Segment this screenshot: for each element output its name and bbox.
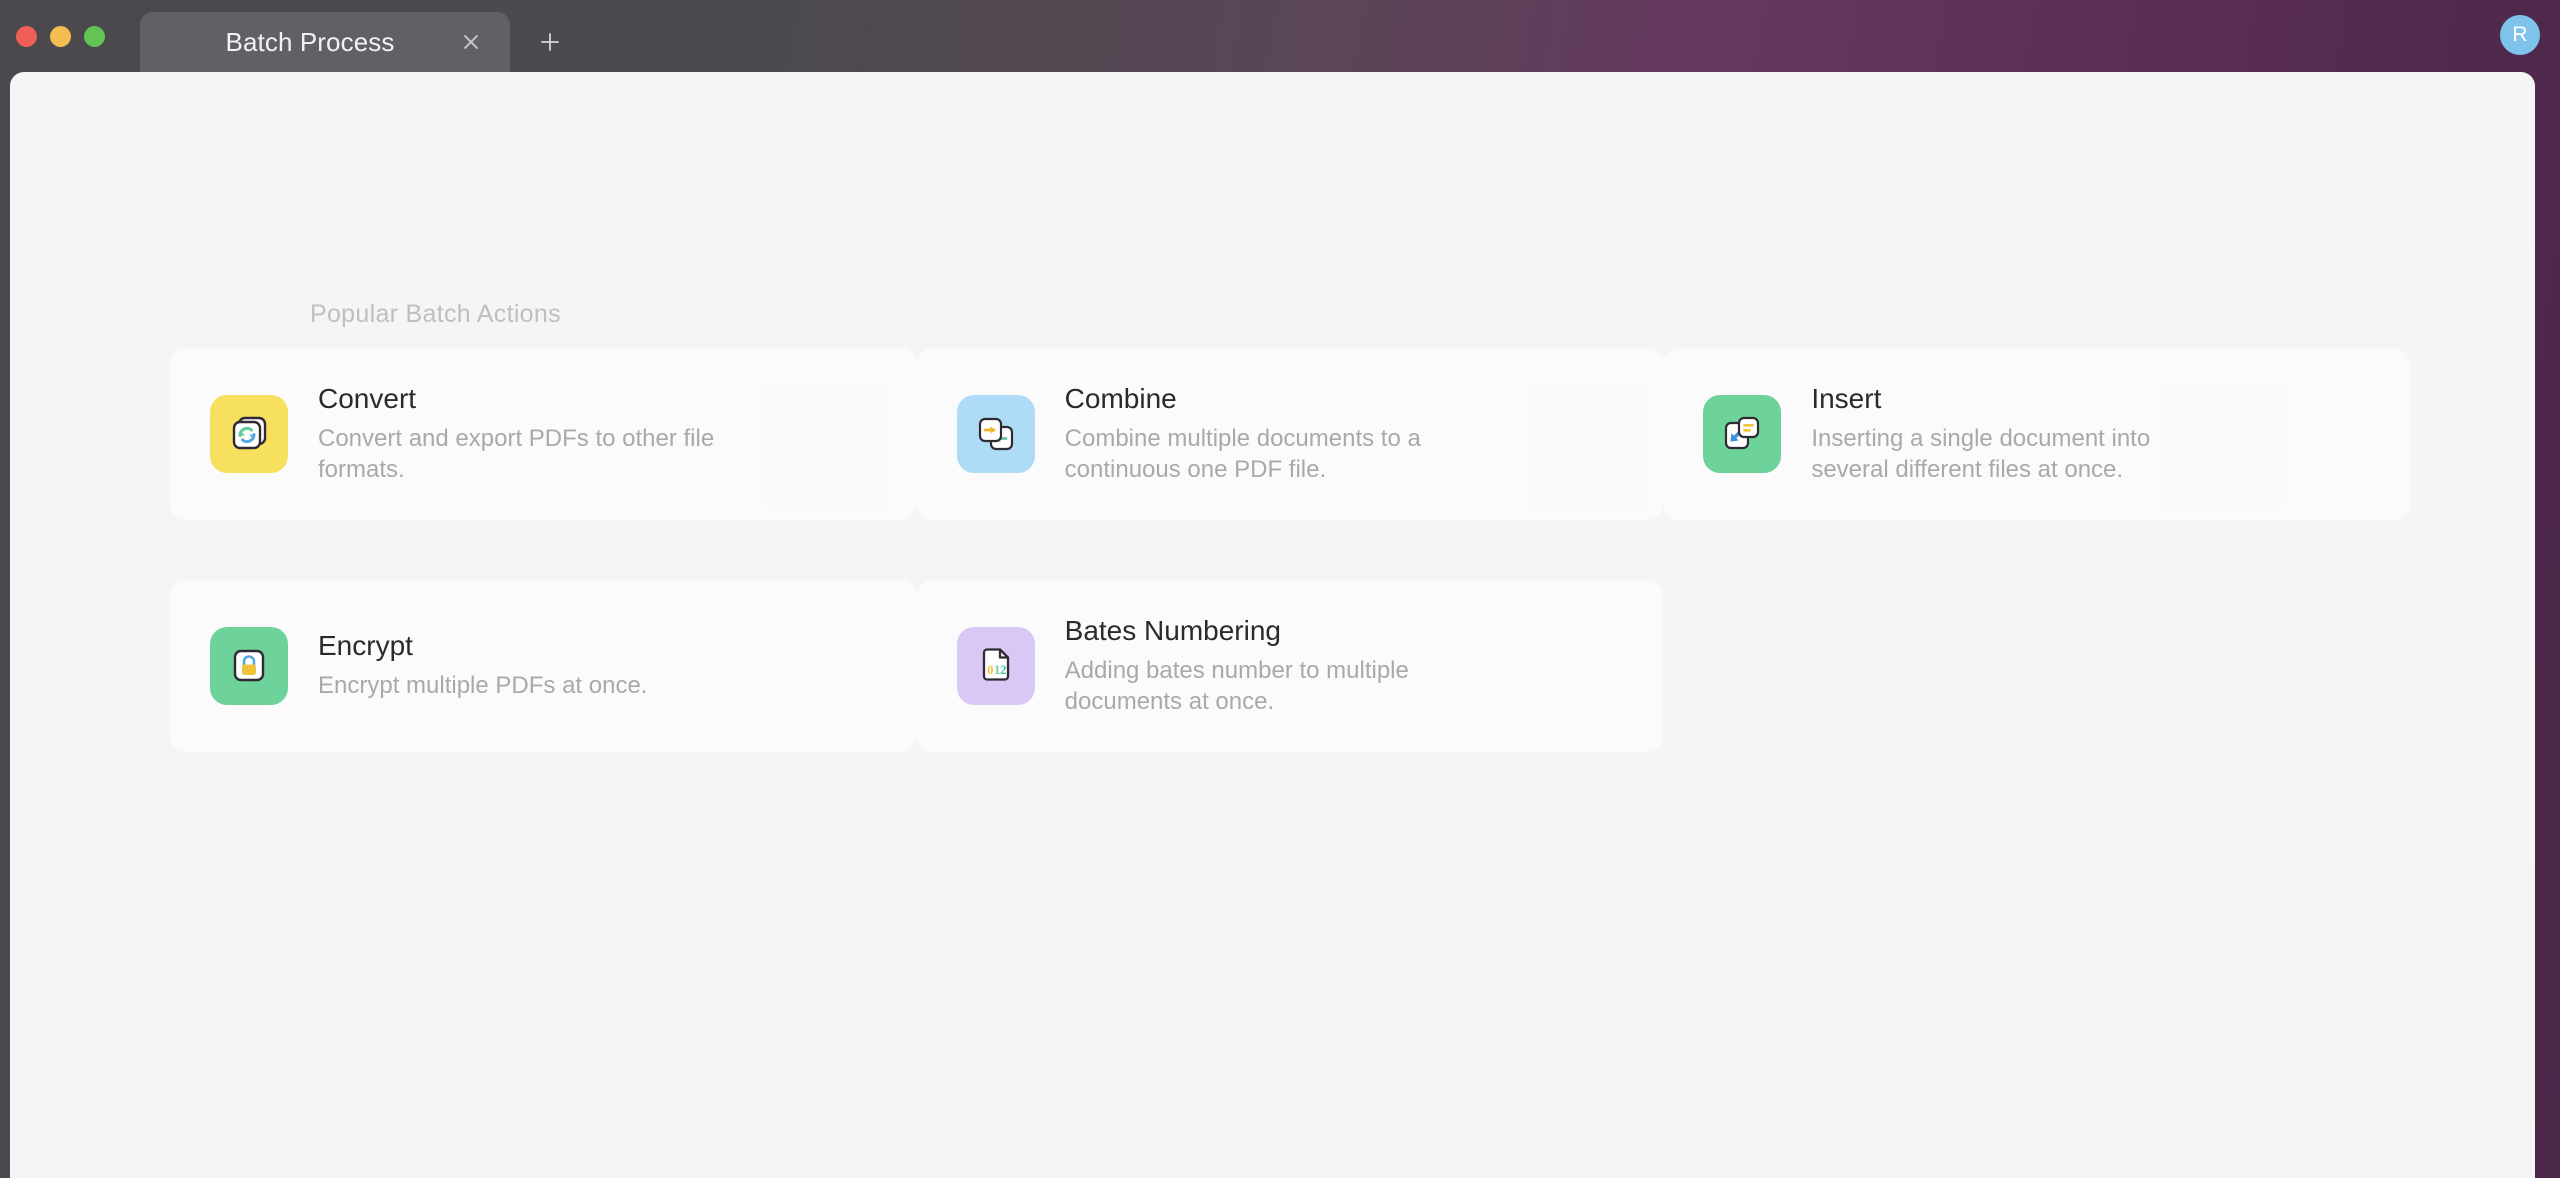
action-card-encrypt[interactable]: Encrypt Encrypt multiple PDFs at once. bbox=[170, 580, 917, 752]
card-text: Insert Inserting a single document into … bbox=[1811, 383, 2226, 485]
action-card-convert[interactable]: Convert Convert and export PDFs to other… bbox=[170, 348, 917, 520]
close-icon[interactable] bbox=[454, 25, 488, 59]
card-text: Convert Convert and export PDFs to other… bbox=[318, 383, 733, 485]
section-title: Popular Batch Actions bbox=[310, 300, 561, 328]
tab-batch-process[interactable]: Batch Process bbox=[140, 12, 510, 72]
title-bar: Batch Process R bbox=[0, 0, 2560, 72]
close-window-button[interactable] bbox=[16, 25, 37, 47]
svg-text:2: 2 bbox=[1000, 662, 1007, 677]
card-title: Insert bbox=[1811, 382, 1882, 414]
content-area: Popular Batch Actions Convert Convert an… bbox=[10, 72, 2535, 1178]
avatar-initial: R bbox=[2512, 23, 2528, 46]
card-title: Bates Numbering bbox=[1064, 614, 1281, 646]
card-text: Bates Numbering Adding bates number to m… bbox=[1065, 615, 1480, 717]
encrypt-icon bbox=[210, 627, 288, 705]
tab-label: Batch Process bbox=[225, 26, 395, 57]
card-description: Convert and export PDFs to other file fo… bbox=[318, 424, 715, 483]
bates-numbering-icon: 0 1 2 bbox=[956, 627, 1035, 705]
card-title: Encrypt bbox=[318, 630, 413, 662]
action-card-bates-numbering[interactable]: 0 1 2 Bates Numbering Adding bates numbe… bbox=[916, 580, 1664, 752]
convert-icon bbox=[210, 395, 288, 473]
card-title: Convert bbox=[318, 382, 417, 414]
svg-text:0: 0 bbox=[987, 662, 994, 677]
card-description: Adding bates number to multiple document… bbox=[1064, 656, 1409, 715]
action-card-combine[interactable]: Combine Combine multiple documents to a … bbox=[916, 348, 1664, 520]
action-card-insert[interactable]: Insert Inserting a single document into … bbox=[1663, 348, 2410, 520]
card-description: Encrypt multiple PDFs at once. bbox=[318, 672, 648, 700]
card-description: Inserting a single document into several… bbox=[1811, 424, 2151, 483]
card-text: Encrypt Encrypt multiple PDFs at once. bbox=[318, 630, 647, 702]
card-title: Combine bbox=[1064, 382, 1177, 414]
plus-icon[interactable] bbox=[530, 22, 570, 62]
insert-icon bbox=[1703, 395, 1782, 473]
batch-actions-grid: Convert Convert and export PDFs to other… bbox=[170, 348, 2410, 752]
minimize-window-button[interactable] bbox=[50, 25, 71, 47]
maximize-window-button[interactable] bbox=[84, 25, 105, 47]
traffic-lights bbox=[0, 0, 105, 72]
avatar[interactable]: R bbox=[2500, 15, 2540, 55]
combine-icon bbox=[956, 395, 1035, 473]
grid-spacer bbox=[1663, 580, 2410, 752]
card-description: Combine multiple documents to a continuo… bbox=[1064, 424, 1421, 483]
card-text: Combine Combine multiple documents to a … bbox=[1065, 383, 1480, 485]
